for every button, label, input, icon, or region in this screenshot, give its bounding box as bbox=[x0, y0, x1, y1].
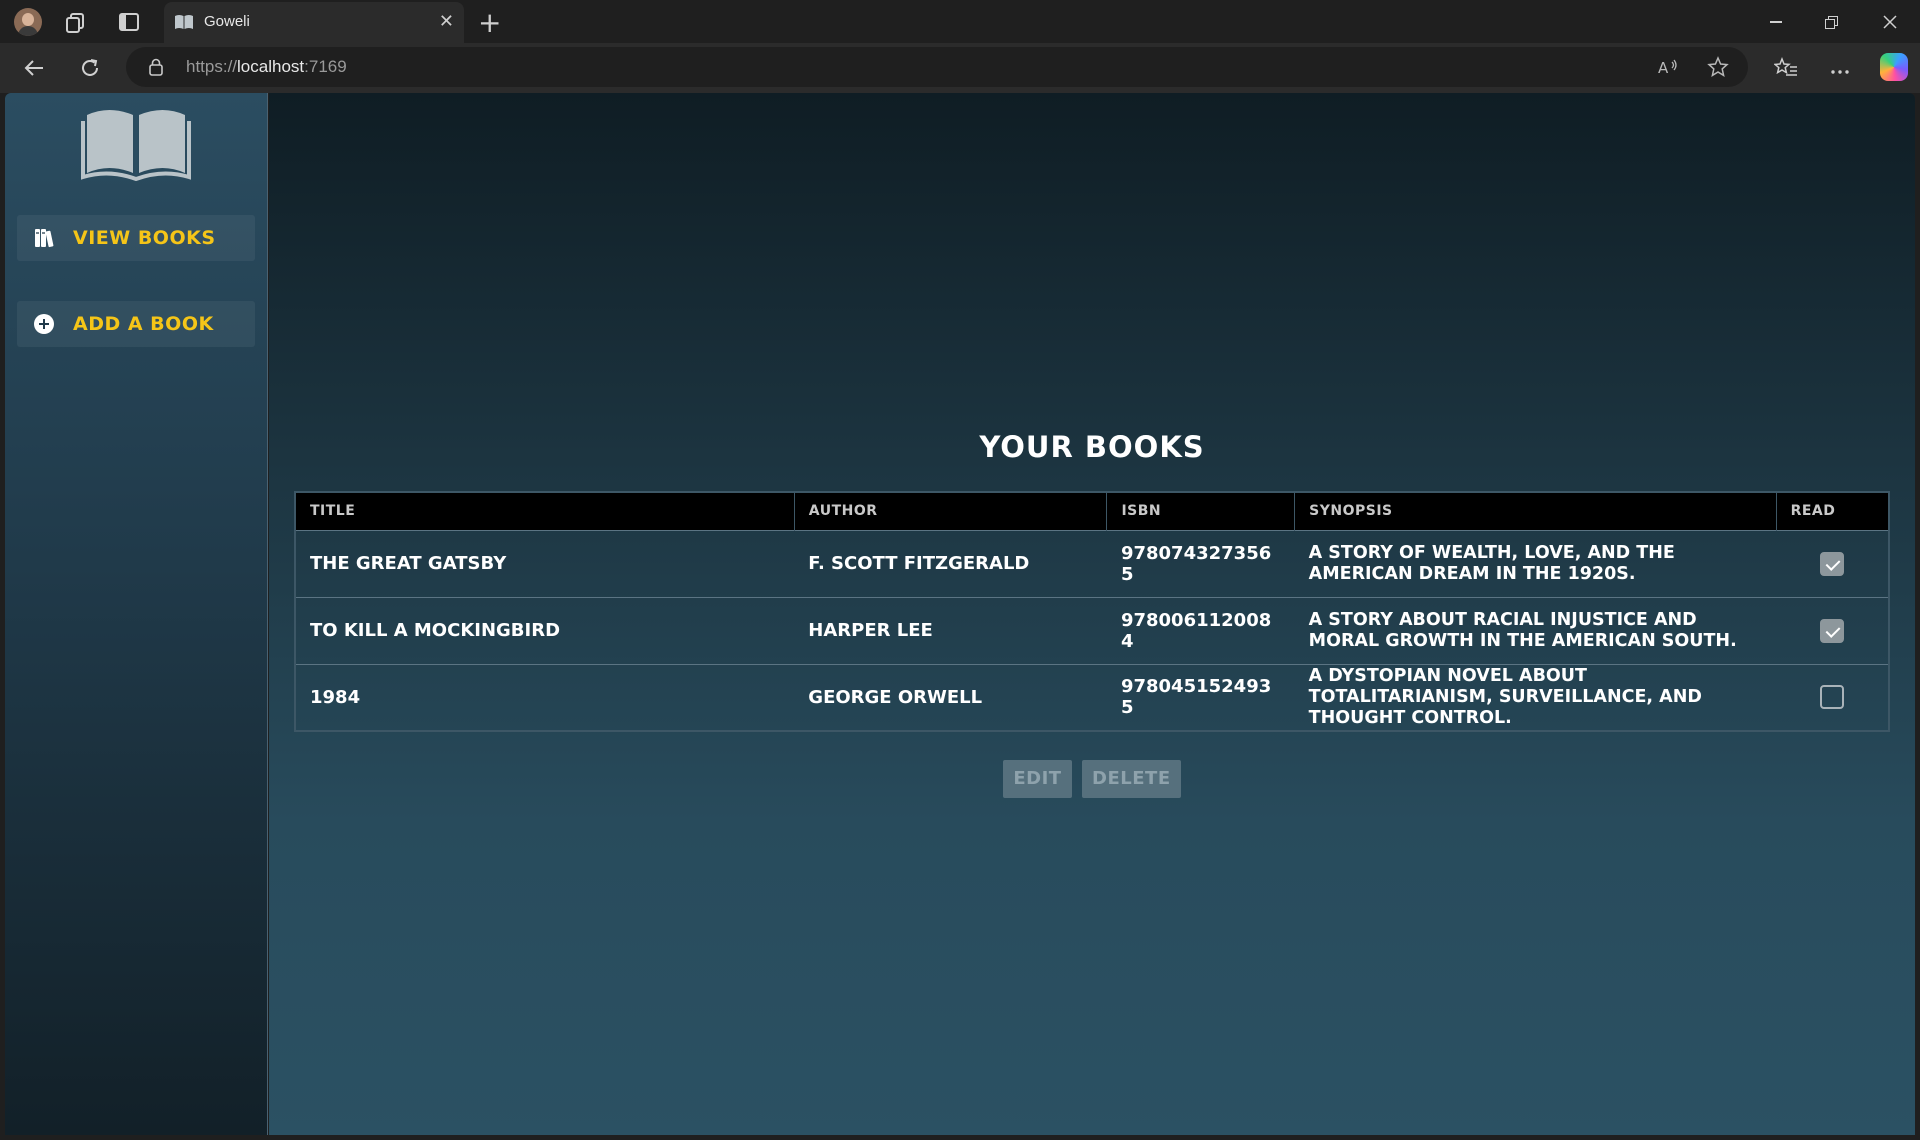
url-host: localhost bbox=[237, 57, 305, 76]
svg-text:A: A bbox=[1658, 59, 1669, 77]
edit-button[interactable]: EDIT bbox=[1003, 760, 1072, 798]
copilot-icon[interactable] bbox=[1880, 53, 1908, 81]
restore-icon[interactable] bbox=[1812, 8, 1852, 36]
delete-button[interactable]: DELETE bbox=[1082, 760, 1181, 798]
book-author: F. SCOTT FITZGERALD bbox=[794, 529, 1107, 597]
lock-icon[interactable] bbox=[148, 58, 164, 76]
address-bar[interactable]: https://localhost:7169 A bbox=[126, 47, 1748, 87]
read-cell bbox=[1776, 596, 1889, 664]
favorites-list-icon[interactable] bbox=[1772, 54, 1800, 82]
plus-circle-icon bbox=[34, 314, 54, 334]
url-port: :7169 bbox=[304, 57, 347, 76]
sidebar-item-label: VIEW BOOKS bbox=[73, 227, 216, 249]
book-synopsis: A STORY OF WEALTH, LOVE, AND THE AMERICA… bbox=[1294, 529, 1777, 597]
book-isbn: 9780451524935 bbox=[1106, 663, 1295, 731]
workspaces-icon[interactable] bbox=[64, 9, 90, 35]
profile-avatar[interactable] bbox=[14, 8, 42, 36]
read-checkbox[interactable] bbox=[1820, 685, 1845, 710]
book-title: 1984 bbox=[295, 663, 795, 731]
favorite-star-icon[interactable] bbox=[1706, 55, 1730, 79]
sidebar-item-view-books[interactable]: VIEW BOOKS bbox=[17, 215, 255, 261]
more-menu-icon[interactable] bbox=[1826, 54, 1854, 82]
read-checkbox[interactable] bbox=[1820, 551, 1845, 576]
table-row[interactable]: TO KILL A MOCKINGBIRD HARPER LEE 9780061… bbox=[295, 596, 1889, 664]
read-checkbox[interactable] bbox=[1820, 618, 1845, 643]
table-header-row: TITLE AUTHOR ISBN SYNOPSIS READ bbox=[295, 492, 1890, 530]
book-title: THE GREAT GATSBY bbox=[295, 529, 795, 597]
avatar-face bbox=[22, 13, 34, 26]
table-actions: EDIT DELETE bbox=[269, 760, 1915, 798]
open-book-logo-icon bbox=[81, 110, 191, 181]
minimize-icon[interactable] bbox=[1756, 8, 1796, 36]
books-table: TITLE AUTHOR ISBN SYNOPSIS READ THE GREA… bbox=[294, 491, 1890, 732]
column-header-synopsis: SYNOPSIS bbox=[1294, 492, 1777, 530]
read-aloud-icon[interactable]: A bbox=[1656, 55, 1680, 79]
page-title: YOUR BOOKS bbox=[979, 430, 1205, 464]
main-content: YOUR BOOKS TITLE AUTHOR ISBN SYNOPSIS RE… bbox=[269, 93, 1915, 1135]
read-cell bbox=[1776, 663, 1889, 731]
refresh-icon[interactable] bbox=[76, 54, 104, 82]
close-window-icon[interactable] bbox=[1870, 8, 1910, 36]
book-title: TO KILL A MOCKINGBIRD bbox=[295, 596, 795, 664]
books-icon bbox=[35, 229, 54, 248]
book-synopsis: A STORY ABOUT RACIAL INJUSTICE AND MORAL… bbox=[1294, 596, 1777, 664]
new-tab-button[interactable]: + bbox=[478, 6, 501, 39]
book-isbn: 9780061120084 bbox=[1106, 596, 1295, 664]
tab-title: Goweli bbox=[204, 13, 250, 30]
close-tab-icon[interactable]: ✕ bbox=[439, 11, 454, 32]
url-scheme: https:// bbox=[186, 57, 238, 76]
table-row[interactable]: THE GREAT GATSBY F. SCOTT FITZGERALD 978… bbox=[295, 529, 1889, 597]
sidebar: VIEW BOOKS ADD A BOOK bbox=[5, 93, 268, 1135]
book-isbn: 9780743273565 bbox=[1106, 529, 1295, 597]
column-header-author: AUTHOR bbox=[794, 492, 1108, 530]
browser-tab[interactable]: Goweli ✕ bbox=[164, 2, 464, 43]
sidebar-item-label: ADD A BOOK bbox=[73, 313, 214, 335]
table-row[interactable]: 1984 GEORGE ORWELL 9780451524935 A DYSTO… bbox=[295, 663, 1889, 731]
book-favicon-icon bbox=[175, 15, 193, 29]
column-header-title: TITLE bbox=[295, 492, 795, 530]
column-header-isbn: ISBN bbox=[1106, 492, 1296, 530]
browser-toolbar: https://localhost:7169 A bbox=[0, 43, 1920, 93]
book-author: GEORGE ORWELL bbox=[794, 663, 1107, 731]
book-synopsis: A DYSTOPIAN NOVEL ABOUT TOTALITARIANISM,… bbox=[1294, 663, 1777, 731]
vertical-tabs-icon[interactable] bbox=[116, 9, 142, 35]
avatar-body bbox=[18, 26, 38, 36]
read-cell bbox=[1776, 529, 1889, 597]
book-author: HARPER LEE bbox=[794, 596, 1107, 664]
column-header-read: READ bbox=[1776, 492, 1890, 530]
browser-titlebar: Goweli ✕ + bbox=[0, 0, 1920, 43]
sidebar-item-add-book[interactable]: ADD A BOOK bbox=[17, 301, 255, 347]
page-viewport: VIEW BOOKS ADD A BOOK YOUR BOOKS TITLE A… bbox=[5, 93, 1915, 1135]
back-arrow-icon[interactable] bbox=[20, 54, 48, 82]
url-text[interactable]: https://localhost:7169 bbox=[186, 57, 347, 77]
